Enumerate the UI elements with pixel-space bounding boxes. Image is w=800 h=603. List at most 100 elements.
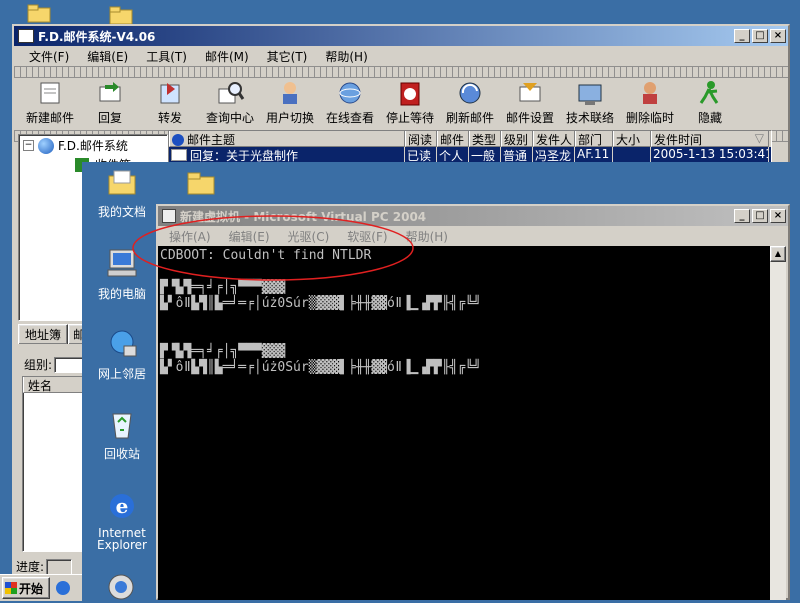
recycle-bin-icon: [112, 413, 132, 439]
contacts-list[interactable]: 姓名: [22, 376, 86, 552]
row-read: 已读: [405, 147, 437, 163]
maximize-button[interactable]: □: [752, 29, 768, 43]
query-center-icon: [218, 82, 245, 104]
column-size[interactable]: 大小: [613, 131, 651, 147]
sort-down-icon: ▽: [754, 131, 764, 145]
switch-user-icon: [283, 82, 297, 104]
taskbar: 开始: [0, 574, 82, 601]
desktop-icon-network[interactable]: 网上邻居: [84, 328, 160, 382]
my-documents-icon: [108, 170, 136, 195]
windows-logo-icon: [5, 582, 17, 594]
hide-button[interactable]: 隐藏: [680, 78, 740, 128]
tech-contact-button[interactable]: 技术联络: [560, 78, 620, 128]
mail-menubar: 文件(F) 编辑(E) 工具(T) 邮件(M) 其它(T) 帮助(H): [14, 46, 788, 66]
row-size: [613, 147, 651, 163]
column-time[interactable]: 发件时间 ▽: [651, 131, 769, 147]
tab-address-book[interactable]: 地址簿: [18, 324, 69, 344]
ie-quicklaunch-icon[interactable]: [56, 581, 70, 595]
row-sender: 冯圣龙: [533, 147, 575, 163]
hide-icon: [699, 81, 719, 104]
screen-line: [160, 328, 768, 344]
stop-wait-icon: [400, 82, 420, 106]
delete-temp-icon: [643, 82, 657, 104]
mail-window-title: F.D.邮件系统-V4.06: [38, 29, 156, 44]
menu-edit[interactable]: 编辑(E): [78, 48, 137, 65]
online-view-icon: [339, 82, 361, 104]
menu-mail[interactable]: 邮件(M): [196, 48, 258, 65]
query-center-button[interactable]: 查询中心: [200, 78, 260, 128]
desktop-folder-icon[interactable]: [26, 2, 52, 24]
vpc-maximize-button[interactable]: □: [752, 209, 768, 223]
delete-temp-button[interactable]: 删除临时: [620, 78, 680, 128]
vpc-minimize-button[interactable]: _: [734, 209, 750, 223]
desktop-icon-ie[interactable]: e Internet Explorer: [84, 490, 160, 551]
column-dept[interactable]: 部门: [575, 131, 613, 147]
table-row[interactable]: 回复：关于光盘制作 已读 个人 一般 普通 冯圣龙 AF.11 2005-1-1…: [169, 147, 771, 163]
globe-icon: [38, 137, 54, 154]
mail-window-titlebar[interactable]: F.D.邮件系统-V4.06 _ □ ×: [14, 26, 788, 46]
progress-label: 进度:: [16, 560, 45, 574]
vpc-close-button[interactable]: ×: [770, 209, 786, 223]
tree-collapse-toggle[interactable]: −: [23, 140, 34, 151]
column-read[interactable]: 阅读: [405, 131, 437, 147]
screen-line: [160, 312, 768, 328]
forward-icon: [160, 83, 180, 104]
mail-toolbar: 新建邮件 回复 转发 查询中心 用户切换 在线查看 停止等待 刷新邮件 邮件设置…: [14, 78, 788, 130]
scroll-up-button[interactable]: ▲: [770, 246, 786, 262]
row-type: 一般: [469, 147, 501, 163]
progress-bar: [46, 558, 73, 575]
reply-button[interactable]: 回复: [80, 78, 140, 128]
screen-line: ▛▝▙▜═╕╛╒│╗▀▀▀▓▓▓: [160, 344, 286, 359]
screen-line: ▙▘ôǁ▙▜║▙═╛═╒│úż0Súr▒▓▓▓▌╞╫╫▓▓óǁ▐▁▗▛▛╟╣╔╚…: [160, 296, 489, 311]
row-dept: AF.11: [575, 147, 613, 163]
menu-help[interactable]: 帮助(H): [316, 48, 376, 65]
desktop-icon-recycle-bin[interactable]: 回收站: [84, 408, 160, 462]
progress-row: 进度:: [16, 558, 73, 575]
svg-text:e: e: [116, 494, 129, 518]
app-icon: [18, 29, 34, 43]
address-tabs: 地址簿 邮: [18, 324, 91, 344]
menu-tools[interactable]: 工具(T): [137, 48, 196, 65]
mail-list-header: 邮件主题 阅读 邮件 类型 级别 发件人 部门 大小 发件时间 ▽: [169, 131, 771, 147]
row-level: 普通: [501, 147, 533, 163]
vm-vertical-scrollbar[interactable]: ▲: [770, 246, 786, 600]
mail-settings-button[interactable]: 邮件设置: [500, 78, 560, 128]
minimize-button[interactable]: _: [734, 29, 750, 43]
menu-file[interactable]: 文件(F): [20, 48, 78, 65]
desktop-folder-icon[interactable]: [186, 170, 216, 199]
column-mail[interactable]: 邮件: [437, 131, 469, 147]
column-level[interactable]: 级别: [501, 131, 533, 147]
new-mail-button[interactable]: 新建邮件: [20, 78, 80, 128]
mail-type-icon: [172, 134, 184, 146]
tree-root-label[interactable]: F.D.邮件系统: [58, 137, 128, 154]
start-button[interactable]: 开始: [2, 577, 50, 599]
column-type[interactable]: 类型: [469, 131, 501, 147]
row-time: 2005-1-13 15:03:41: [653, 147, 769, 163]
row-subject: 回复：关于光盘制作: [169, 147, 405, 163]
contacts-header: 姓名: [23, 377, 85, 393]
desktop-folder-icon[interactable]: [108, 4, 134, 26]
column-sender[interactable]: 发件人: [533, 131, 575, 147]
refresh-mail-icon: [459, 82, 481, 104]
column-subject[interactable]: 邮件主题: [169, 131, 405, 147]
vm-screen[interactable]: CDBOOT: Couldn't find NTLDR ▛▝▙▜═╕╛╒│╗▀▀…: [158, 246, 770, 600]
online-view-button[interactable]: 在线查看: [320, 78, 380, 128]
desktop-icon-partial[interactable]: [106, 572, 136, 603]
mail-settings-icon: [519, 83, 541, 102]
close-button[interactable]: ×: [770, 29, 786, 43]
forward-button[interactable]: 转发: [140, 78, 200, 128]
tech-contact-icon: [578, 84, 602, 105]
stop-wait-button[interactable]: 停止等待: [380, 78, 440, 128]
annotation-ellipse: [132, 215, 414, 281]
row-mail: 个人: [437, 147, 469, 163]
menu-other[interactable]: 其它(T): [258, 48, 317, 65]
group-label: 组别:: [24, 358, 53, 372]
group-row: 组别:: [24, 356, 87, 373]
refresh-mail-button[interactable]: 刷新邮件: [440, 78, 500, 128]
new-mail-icon: [40, 82, 60, 104]
screen-line: ▙▘ôǁ▙▜║▙═╛═╒│úż0Súr▒▓▓▓▌╞╫╫▓▓óǁ▐▁▗▛▛╟╣╔╚…: [160, 360, 489, 375]
switch-user-button[interactable]: 用户切换: [260, 78, 320, 128]
reply-icon: [99, 82, 121, 102]
column-name[interactable]: 姓名: [23, 377, 85, 393]
decorative-border: [14, 66, 788, 78]
